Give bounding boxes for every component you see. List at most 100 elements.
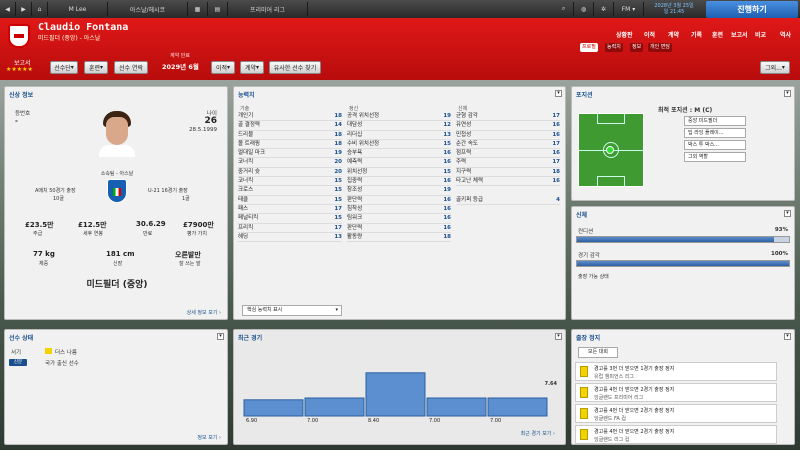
rating-bar[interactable]	[487, 397, 548, 417]
status-row2-value: 국가 출신 선수	[45, 361, 79, 367]
attribute-row: 집중력 16	[347, 177, 451, 187]
more-button-label: 그외...	[765, 65, 782, 72]
home-icon[interactable]: ⌂	[32, 2, 48, 16]
manager-name: M Lee	[68, 5, 87, 13]
yellow-card-icon	[580, 429, 588, 440]
attribute-name: 리더십	[347, 131, 363, 138]
recent-dropdown-icon[interactable]: ▾	[555, 333, 562, 340]
fm-menu-icon[interactable]: FM ▾	[614, 2, 644, 16]
attribute-name: 수비 위치선정	[347, 140, 380, 147]
squad-button[interactable]: 선수단 ▾	[50, 61, 78, 74]
attribute-name: 공격 위치선정	[347, 113, 380, 119]
attribute-name: 침착성	[347, 205, 363, 212]
transfer-button[interactable]: 이적 ▾	[211, 61, 235, 74]
club-menu[interactable]: 아스날/헤시코	[108, 2, 188, 16]
attribute-row: 수비 위치선정 15	[347, 140, 451, 150]
player-contact-button[interactable]: 선수 연락	[114, 61, 148, 74]
nav-item[interactable]: 역사	[780, 30, 791, 39]
u21-goals: 1골	[182, 196, 190, 202]
nav-item[interactable]: 기록	[691, 30, 702, 39]
foot-label: 잘 쓰는 발	[179, 261, 201, 267]
status-panel: 선수 상태 ▾ 서기 더스 나름 신분 국가 출신 선수 정보 보기 ›	[4, 329, 228, 445]
profile-tab[interactable]: 능력치	[605, 43, 623, 52]
training-button-label: 훈련	[88, 65, 101, 72]
suspension-text: 경고를 4번 더 받으면 2경기 출장 정지	[594, 429, 675, 435]
rating-bar[interactable]	[365, 372, 426, 417]
body-dropdown-icon[interactable]: ▾	[784, 210, 791, 217]
attribute-value: 15	[334, 187, 342, 194]
attribute-value: 18	[334, 113, 342, 119]
role-option[interactable]: 그외 역할	[684, 152, 746, 162]
info-more-link[interactable]: 상세 정보 보기 ›	[187, 309, 221, 316]
nav-item[interactable]: 보고서	[731, 30, 748, 39]
forward-icon[interactable]: ▶	[16, 2, 32, 16]
player-header: Claudio Fontana 미드필더 (중앙) - 아스날 보고서 ★★★★…	[0, 18, 800, 80]
mental-attributes: 공격 위치선정 19 대담성 12 리더십 13 수비 위치선정 15 승부욕 16 예측력 16 위치…	[347, 112, 451, 243]
attribute-value: 15	[334, 196, 342, 203]
attribute-row: 위치선정 15	[347, 168, 451, 178]
find-similar-button[interactable]: 유사한 선수 찾기	[269, 61, 321, 74]
nav-item[interactable]: 비교	[755, 30, 766, 39]
attribute-row: 대담성 12	[347, 121, 451, 131]
attribute-name: 위치선정	[347, 168, 368, 175]
suspension-dropdown-icon[interactable]: ▾	[784, 333, 791, 340]
proceed-button[interactable]: 진행하기	[706, 1, 798, 18]
attribute-value: 16	[443, 159, 451, 166]
attribute-row: 유연성 16	[456, 121, 560, 131]
attribute-value: 17	[334, 205, 342, 212]
role-option[interactable]: 딥 라잉 플레이...	[684, 128, 746, 138]
attribute-name: 예측력	[347, 159, 363, 166]
wage-label: 주급	[33, 231, 43, 237]
profile-tab[interactable]: 정보	[630, 43, 644, 52]
settings-icon[interactable]: ✲	[594, 2, 614, 16]
attributes-panel: 능력치 ▾ 기술 정신 신체 개인기 18 골 결정력 14 드리블 18 볼 트래핑 18 얼…	[233, 86, 566, 320]
attribute-row: 얼대일 마크 19	[238, 149, 342, 159]
manager-menu[interactable]: M Lee	[48, 2, 108, 16]
status-more-link[interactable]: 정보 보기 ›	[197, 434, 221, 441]
position-dropdown-icon[interactable]: ▾	[784, 90, 791, 97]
more-button[interactable]: 그외... ▾	[760, 61, 790, 74]
status-dropdown-icon[interactable]: ▾	[217, 333, 224, 340]
player-face	[97, 109, 137, 157]
profile-tab[interactable]: 프로필	[580, 43, 598, 52]
rating-bar[interactable]	[304, 397, 365, 417]
nav-item[interactable]: 계약	[668, 30, 679, 39]
status-row1-label: 서기	[11, 350, 22, 356]
nav-item[interactable]: 상황판	[616, 30, 633, 39]
attribute-value: 18	[443, 233, 451, 240]
attribute-name: 볼 트래핑	[238, 140, 260, 147]
height-value: 181 cm	[106, 250, 135, 258]
suspension-text: 경고를 4번 더 받으면 2경기 출장 정지	[594, 387, 675, 393]
attributes-dropdown-icon[interactable]: ▾	[555, 90, 562, 97]
search-icon[interactable]: ⌕	[554, 2, 574, 16]
rating-label: 6.90	[246, 418, 257, 424]
nav-item[interactable]: 이적	[644, 30, 655, 39]
attribute-row	[456, 186, 560, 195]
nav-item[interactable]: 훈련	[712, 30, 723, 39]
attribute-row: 골키퍼 등급 4	[456, 196, 560, 205]
best-position-marker	[606, 146, 614, 154]
league-menu[interactable]: 프리미어 리그	[228, 2, 308, 16]
globe-icon[interactable]: ◍	[574, 2, 594, 16]
stats-icon[interactable]: ▦	[188, 2, 208, 16]
key-attributes-select[interactable]: 핵심 능력치 표시 ▾	[242, 305, 342, 316]
attribute-value: 16	[443, 150, 451, 157]
profile-tab[interactable]: 개인 면담	[648, 43, 672, 52]
calendar-icon[interactable]: ▤	[208, 2, 228, 16]
attribute-value: 19	[443, 187, 451, 194]
recent-more-link[interactable]: 최근 경기 보기 ›	[521, 430, 555, 437]
competition-filter[interactable]: 모든 대회	[578, 347, 618, 358]
training-button[interactable]: 훈련 ▾	[84, 61, 108, 74]
national-team-crest-icon	[107, 179, 127, 203]
back-icon[interactable]: ◀	[0, 2, 16, 16]
attribute-value: 20	[334, 159, 342, 166]
role-option[interactable]: 박스 투 박스...	[684, 140, 746, 150]
attribute-value: 18	[334, 140, 342, 147]
role-option[interactable]: 중앙 미드필더	[684, 116, 746, 126]
attribute-value: 4	[556, 196, 560, 203]
rating-bar[interactable]	[243, 399, 304, 417]
technical-header: 기술	[240, 106, 250, 112]
top-bar: ◀ ▶ ⌂ M Lee 아스날/헤시코 ▦ ▤ 프리미어 리그 ⌕ ◍ ✲ FM…	[0, 0, 800, 18]
rating-bar[interactable]	[426, 397, 487, 417]
contract-button[interactable]: 계약 ▾	[240, 61, 264, 74]
